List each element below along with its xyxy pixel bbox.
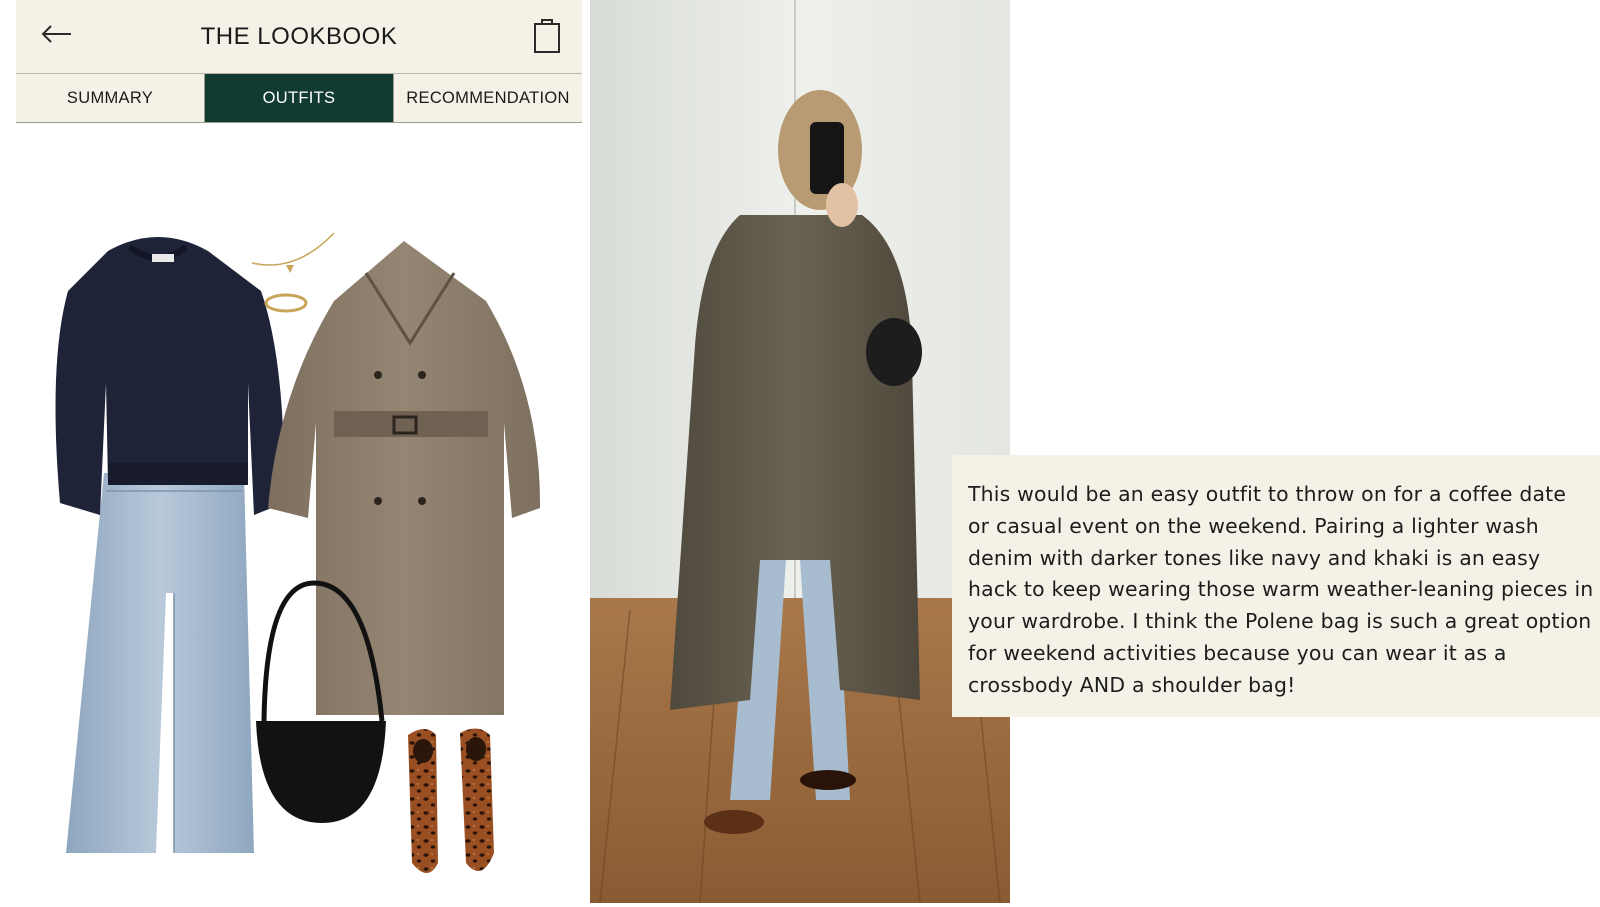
shopping-bag-icon <box>534 19 560 53</box>
back-button[interactable] <box>38 18 74 54</box>
lookbook-app: THE LOOKBOOK SUMMARY OUTFITS RECOMMENDAT… <box>16 0 582 907</box>
leopard-flats-illustration[interactable] <box>408 728 494 873</box>
outfit-collage <box>16 123 582 907</box>
tab-recommendation[interactable]: RECOMMENDATION <box>394 74 582 122</box>
outfit-caption-card: This would be an easy outfit to throw on… <box>952 455 1600 717</box>
sweater-illustration[interactable] <box>55 237 285 515</box>
app-header: THE LOOKBOOK <box>16 0 582 73</box>
tab-outfits[interactable]: OUTFITS <box>205 74 394 122</box>
shopping-bag-button[interactable] <box>530 16 564 54</box>
trench-coat-illustration[interactable] <box>268 241 541 715</box>
necklace-illustration[interactable] <box>251 232 335 273</box>
jeans-illustration[interactable] <box>66 473 254 853</box>
ring-illustration[interactable] <box>264 293 308 313</box>
outfit-description: This would be an easy outfit to throw on… <box>968 482 1594 697</box>
tab-bar: SUMMARY OUTFITS RECOMMENDATION <box>16 73 582 123</box>
tab-summary[interactable]: SUMMARY <box>16 74 205 122</box>
arrow-left-icon <box>41 25 71 43</box>
app-title: THE LOOKBOOK <box>200 22 398 50</box>
outfit-photo <box>590 0 1010 903</box>
